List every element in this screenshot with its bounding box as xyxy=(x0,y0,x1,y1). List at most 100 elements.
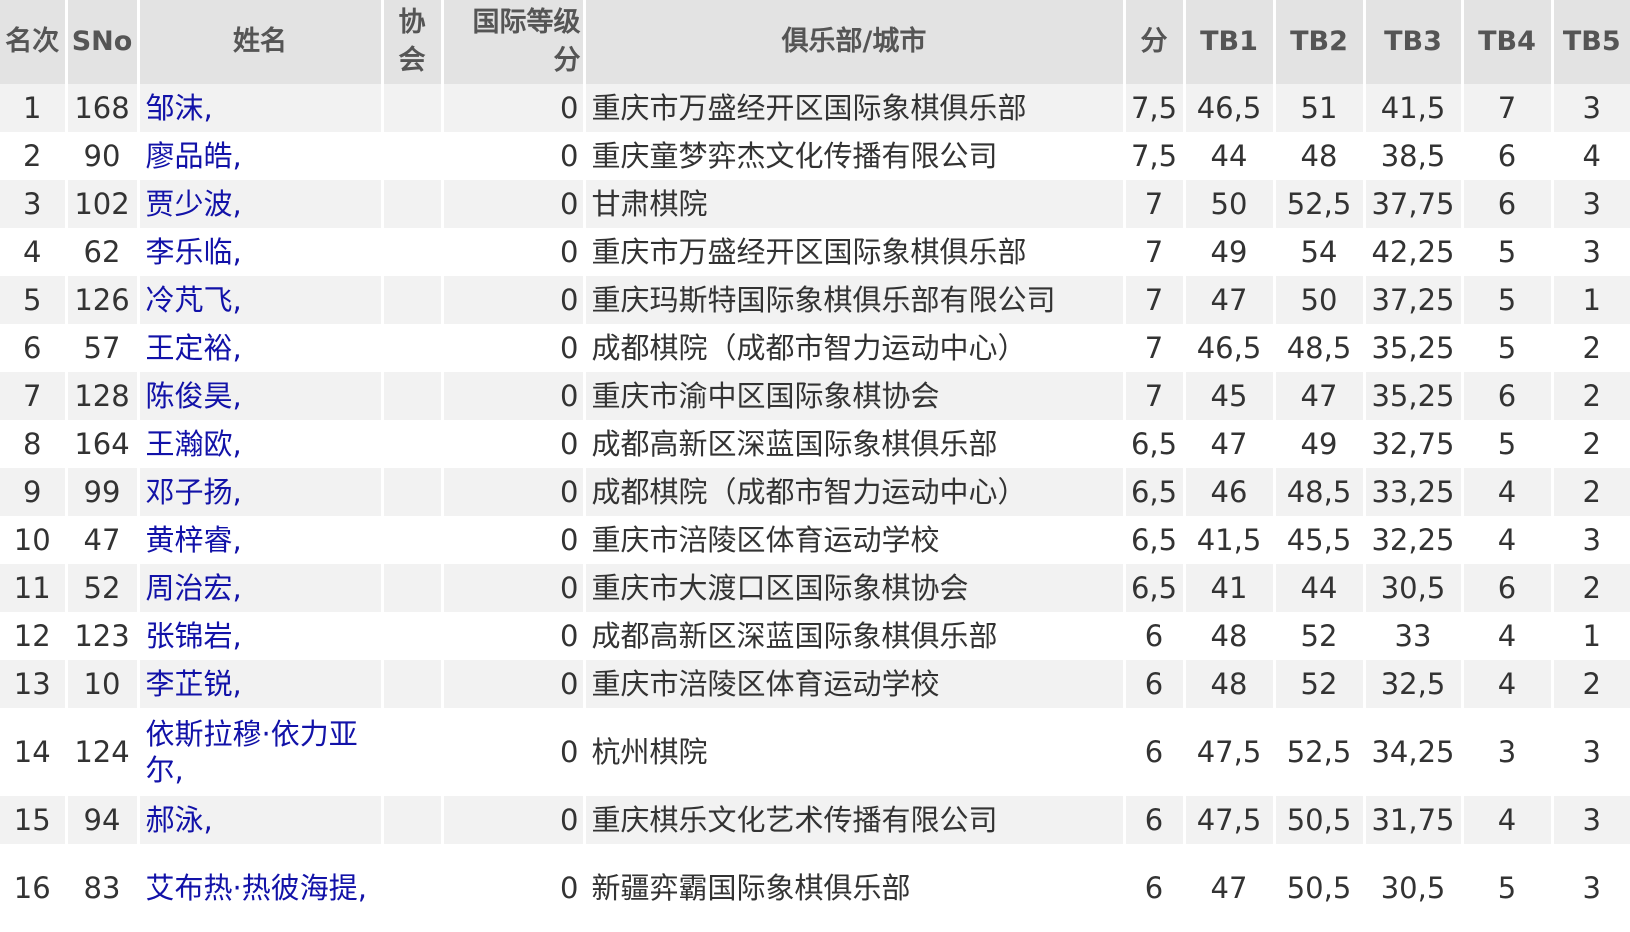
cell-sno: 164 xyxy=(66,420,140,468)
cell-federation xyxy=(382,132,444,180)
header-tb5[interactable]: TB5 xyxy=(1552,0,1630,84)
cell-tb3: 41,5 xyxy=(1364,84,1464,132)
cell-rank: 16 xyxy=(0,844,68,932)
cell-points: 7,5 xyxy=(1124,132,1186,180)
cell-rank: 12 xyxy=(0,612,68,660)
cell-points: 7,5 xyxy=(1124,84,1186,132)
header-federation-line1: 协 xyxy=(398,7,426,38)
cell-tb1: 44 xyxy=(1184,132,1276,180)
header-tb4[interactable]: TB4 xyxy=(1462,0,1554,84)
table-row: 16 83 艾布热·热彼海提, 0 新疆弈霸国际象棋俱乐部 6 47 50,5 30,5 5 3 xyxy=(0,844,1630,932)
player-name-link[interactable]: 贾少波, xyxy=(138,180,384,228)
player-name-link[interactable]: 黄梓睿, xyxy=(138,516,384,564)
cell-rank: 7 xyxy=(0,372,68,420)
header-points[interactable]: 分 xyxy=(1124,0,1186,84)
cell-club: 重庆市万盛经开区国际象棋俱乐部 xyxy=(584,228,1126,276)
cell-rating: 0 xyxy=(442,708,586,796)
cell-tb3: 33 xyxy=(1364,612,1464,660)
player-name-link[interactable]: 邹沫, xyxy=(138,84,384,132)
cell-points: 6 xyxy=(1124,660,1186,708)
cell-tb4: 5 xyxy=(1462,420,1554,468)
player-name-link[interactable]: 艾布热·热彼海提, xyxy=(138,844,384,932)
cell-tb1: 46 xyxy=(1184,468,1276,516)
cell-tb2: 48,5 xyxy=(1274,468,1366,516)
cell-tb3: 38,5 xyxy=(1364,132,1464,180)
cell-rank: 2 xyxy=(0,132,68,180)
player-name-link[interactable]: 李芷锐, xyxy=(138,660,384,708)
header-name[interactable]: 姓名 xyxy=(138,0,384,84)
cell-tb5: 1 xyxy=(1552,276,1630,324)
player-name-link[interactable]: 李乐临, xyxy=(138,228,384,276)
cell-sno: 52 xyxy=(66,564,140,612)
cell-tb2: 52 xyxy=(1274,612,1366,660)
cell-rank: 1 xyxy=(0,84,68,132)
table-row: 10 47 黄梓睿, 0 重庆市涪陵区体育运动学校 6,5 41,5 45,5 32,25 4 3 xyxy=(0,516,1630,564)
cell-tb4: 3 xyxy=(1462,708,1554,796)
cell-rating: 0 xyxy=(442,468,586,516)
cell-federation xyxy=(382,468,444,516)
cell-federation xyxy=(382,420,444,468)
player-name-link[interactable]: 廖品皓, xyxy=(138,132,384,180)
player-name-link[interactable]: 冷芃飞, xyxy=(138,276,384,324)
cell-tb3: 35,25 xyxy=(1364,372,1464,420)
header-club[interactable]: 俱乐部/城市 xyxy=(584,0,1126,84)
table-row: 6 57 王定裕, 0 成都棋院（成都市智力运动中心） 7 46,5 48,5 35,25 5 2 xyxy=(0,324,1630,372)
cell-club: 新疆弈霸国际象棋俱乐部 xyxy=(584,844,1126,932)
player-name-link[interactable]: 邓子扬, xyxy=(138,468,384,516)
header-federation[interactable]: 协 会 xyxy=(382,0,444,84)
cell-points: 6,5 xyxy=(1124,564,1186,612)
cell-club: 甘肃棋院 xyxy=(584,180,1126,228)
cell-federation xyxy=(382,708,444,796)
cell-club: 重庆市涪陵区体育运动学校 xyxy=(584,516,1126,564)
header-sno[interactable]: SNo xyxy=(66,0,140,84)
cell-tb2: 47 xyxy=(1274,372,1366,420)
player-name-link[interactable]: 陈俊昊, xyxy=(138,372,384,420)
player-name-link[interactable]: 郝泳, xyxy=(138,796,384,844)
player-name-link[interactable]: 依斯拉穆·依力亚尔, xyxy=(138,708,384,796)
cell-tb5: 2 xyxy=(1552,372,1630,420)
cell-tb4: 5 xyxy=(1462,276,1554,324)
cell-federation xyxy=(382,660,444,708)
cell-tb3: 30,5 xyxy=(1364,564,1464,612)
cell-sno: 62 xyxy=(66,228,140,276)
cell-tb5: 2 xyxy=(1552,468,1630,516)
cell-rating: 0 xyxy=(442,84,586,132)
player-name-link[interactable]: 王定裕, xyxy=(138,324,384,372)
cell-tb4: 5 xyxy=(1462,228,1554,276)
cell-tb2: 52,5 xyxy=(1274,708,1366,796)
header-rating[interactable]: 国际等级 分 xyxy=(442,0,586,84)
cell-tb4: 6 xyxy=(1462,132,1554,180)
cell-federation xyxy=(382,276,444,324)
cell-tb5: 3 xyxy=(1552,180,1630,228)
header-rank[interactable]: 名次 xyxy=(0,0,68,84)
cell-points: 6,5 xyxy=(1124,468,1186,516)
cell-tb3: 34,25 xyxy=(1364,708,1464,796)
cell-federation xyxy=(382,84,444,132)
table-row: 11 52 周治宏, 0 重庆市大渡口区国际象棋协会 6,5 41 44 30,5 6 2 xyxy=(0,564,1630,612)
cell-tb1: 48 xyxy=(1184,612,1276,660)
cell-points: 6 xyxy=(1124,612,1186,660)
cell-tb1: 47,5 xyxy=(1184,796,1276,844)
header-tb2[interactable]: TB2 xyxy=(1274,0,1366,84)
player-name-link[interactable]: 张锦岩, xyxy=(138,612,384,660)
cell-club: 杭州棋院 xyxy=(584,708,1126,796)
cell-rank: 4 xyxy=(0,228,68,276)
standings-table: 名次 SNo 姓名 协 会 国际等级 分 俱乐部/城市 分 TB1 TB2 TB… xyxy=(0,0,1630,932)
cell-points: 7 xyxy=(1124,276,1186,324)
cell-federation xyxy=(382,372,444,420)
header-tb1[interactable]: TB1 xyxy=(1184,0,1276,84)
cell-tb5: 3 xyxy=(1552,84,1630,132)
cell-club: 重庆市渝中区国际象棋协会 xyxy=(584,372,1126,420)
cell-rank: 9 xyxy=(0,468,68,516)
cell-rank: 3 xyxy=(0,180,68,228)
cell-points: 7 xyxy=(1124,372,1186,420)
header-tb3[interactable]: TB3 xyxy=(1364,0,1464,84)
cell-tb2: 48,5 xyxy=(1274,324,1366,372)
player-name-link[interactable]: 王瀚欧, xyxy=(138,420,384,468)
cell-rating: 0 xyxy=(442,372,586,420)
table-row: 13 10 李芷锐, 0 重庆市涪陵区体育运动学校 6 48 52 32,5 4 2 xyxy=(0,660,1630,708)
table-row: 5 126 冷芃飞, 0 重庆玛斯特国际象棋俱乐部有限公司 7 47 50 37,25 5 1 xyxy=(0,276,1630,324)
cell-federation xyxy=(382,324,444,372)
cell-tb3: 32,75 xyxy=(1364,420,1464,468)
player-name-link[interactable]: 周治宏, xyxy=(138,564,384,612)
